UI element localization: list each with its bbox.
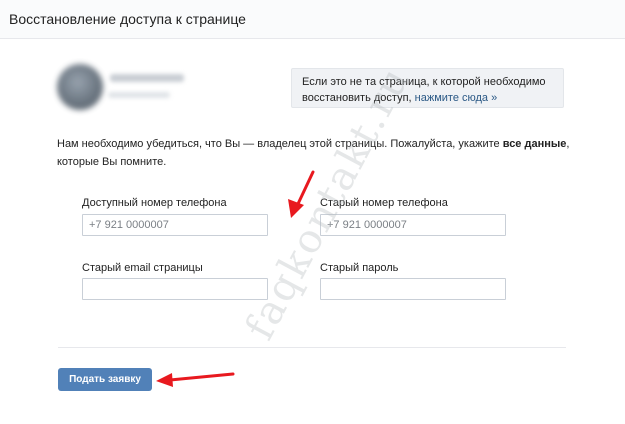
page-title: Восстановление доступа к странице <box>9 11 246 27</box>
divider <box>58 347 566 348</box>
submit-request-button[interactable]: Подать заявку <box>58 368 152 391</box>
all-data-emphasis: все данные <box>502 138 567 150</box>
old-phone-input[interactable] <box>320 214 506 236</box>
page-header: Восстановление доступа к странице <box>0 0 625 39</box>
blurred-user-info <box>108 92 170 98</box>
instructions-text: Нам необходимо убедиться, что Вы — владе… <box>57 138 570 168</box>
click-here-link[interactable]: нажмите сюда » <box>415 92 498 104</box>
old-email-input[interactable] <box>82 278 268 300</box>
wrong-page-notice: Если это не та страница, к которой необх… <box>291 68 564 108</box>
arrow-to-phone-field <box>288 170 315 218</box>
page: Восстановление доступа к странице Если э… <box>0 0 625 424</box>
notice-line-2: восстановить доступ, <box>302 92 412 104</box>
available-phone-input[interactable] <box>82 214 268 236</box>
old-phone-label: Старый номер телефона <box>320 197 448 209</box>
blurred-user-name <box>110 74 184 82</box>
available-phone-label: Доступный номер телефона <box>82 197 227 209</box>
old-password-input[interactable] <box>320 278 506 300</box>
old-email-label: Старый email страницы <box>82 262 203 274</box>
arrow-to-submit-button <box>156 372 235 387</box>
avatar <box>57 64 103 110</box>
annotation-arrows <box>156 170 315 387</box>
notice-line-1: Если это не та страница, к которой необх… <box>302 76 546 88</box>
old-password-label: Старый пароль <box>320 262 399 274</box>
